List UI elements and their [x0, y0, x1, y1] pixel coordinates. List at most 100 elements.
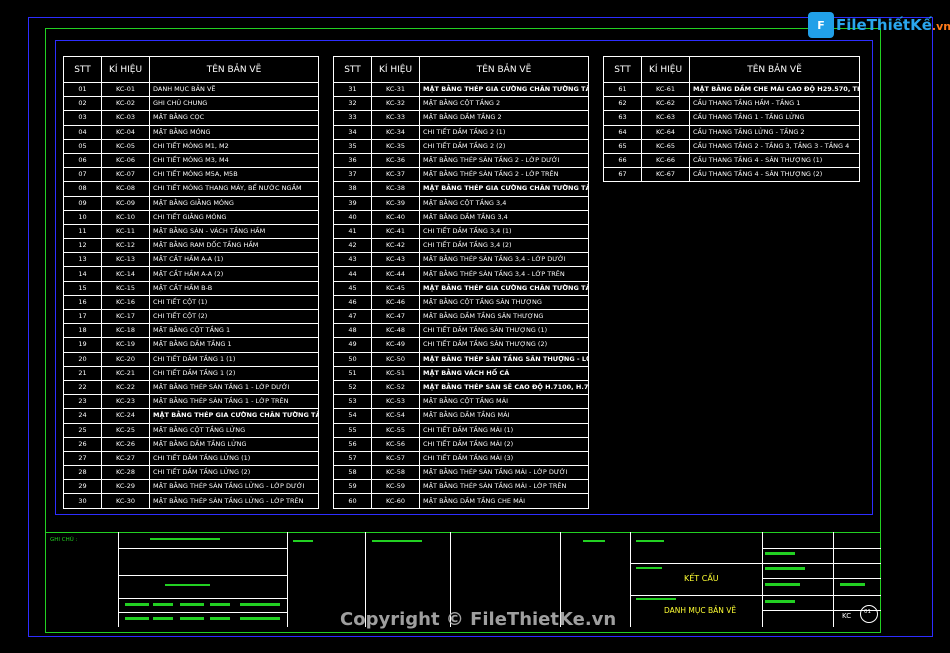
tb-bar: [636, 598, 676, 600]
row-ten-ban-ve: MẶT BẰNG THÉP SÀN TẦNG LỬNG - LỚP TRÊN: [149, 493, 319, 509]
row-ki-hieu: KC-38: [371, 181, 420, 197]
row-stt: 37: [333, 167, 372, 183]
row-stt: 28: [63, 465, 102, 481]
row-ten-ban-ve: MẶT BẰNG DẦM TẦNG LỬNG: [149, 436, 319, 452]
row-ten-ban-ve: CHI TIẾT MÓNG THANG MÁY, BỂ NƯỚC NGẦM: [149, 181, 319, 197]
table-row: 01 KC-01 DANH MỤC BẢN VẼ: [63, 81, 319, 98]
table-row: 10 KC-10 CHI TIẾT GIẰNG MÓNG: [63, 209, 319, 225]
row-ki-hieu: KC-64: [641, 124, 690, 140]
table-row: 03 KC-03 MẶT BẰNG CỌC: [63, 110, 319, 126]
row-ki-hieu: KC-44: [371, 266, 420, 282]
row-ki-hieu: KC-36: [371, 152, 420, 169]
tb-line: [118, 575, 287, 576]
table-row: 19 KC-19 MẶT BẰNG DẦM TẦNG 1: [63, 337, 319, 353]
table-row: 64 KC-64 CẦU THANG TẦNG LỬNG - TẦNG 2: [603, 124, 860, 140]
row-ten-ban-ve: MẶT BẰNG GIẰNG MÓNG: [149, 195, 319, 211]
row-ten-ban-ve: MẶT BẰNG CỘT TẦNG 3,4: [419, 195, 589, 211]
table-row: 35 KC-35 CHI TIẾT DẦM TẦNG 2 (2): [333, 138, 589, 154]
row-stt: 09: [63, 195, 102, 211]
row-ten-ban-ve: DANH MỤC BẢN VẼ: [149, 81, 319, 98]
row-stt: 11: [63, 223, 102, 240]
row-ki-hieu: KC-06: [101, 152, 150, 169]
table-row: 51 KC-51 MẶT BẰNG VÁCH HỐ CÁ: [333, 365, 589, 381]
table-row: 24 KC-24 MẶT BẰNG THÉP GIA CƯỜNG CHÂN TƯỜN…: [63, 408, 319, 424]
row-ki-hieu: KC-49: [371, 337, 420, 353]
table-row: 20 KC-20 CHI TIẾT DẦM TẦNG 1 (1): [63, 351, 319, 367]
row-ten-ban-ve: MẶT BẰNG CỘT TẦNG SÂN THƯỢNG: [419, 294, 589, 311]
table-row: 60 KC-60 MẶT BẰNG DẦM TẦNG CHE MÁI: [333, 493, 589, 509]
row-ten-ban-ve: MẶT BẰNG DẦM TẦNG 2: [419, 110, 589, 126]
row-stt: 17: [63, 308, 102, 325]
row-ki-hieu: KC-33: [371, 110, 420, 126]
tb-line: [630, 595, 762, 596]
row-ten-ban-ve: CHI TIẾT CỘT (2): [149, 308, 319, 325]
table-row: 61 KC-61 MẶT BẰNG DẦM CHE MÁI CAO ĐỘ H29.5…: [603, 81, 860, 98]
row-ten-ban-ve: MẶT BẰNG CỘT TẦNG 1: [149, 323, 319, 339]
tb-bar: [240, 603, 280, 606]
drawing-list-table-2: STT KÍ HIỆU TÊN BẢN VẼ 31 KC-31 MẶT BẰNG T…: [333, 56, 589, 509]
row-stt: 30: [63, 493, 102, 509]
logo-text: FileThiếtKế: [836, 16, 932, 34]
row-ten-ban-ve: MẶT BẰNG DẦM TẦNG SÂN THƯỢNG: [419, 308, 589, 325]
tb-line: [118, 548, 287, 549]
row-ten-ban-ve: MẶT BẰNG SÀN - VÁCH TẦNG HẦM: [149, 223, 319, 240]
row-stt: 07: [63, 167, 102, 183]
row-ki-hieu: KC-01: [101, 81, 150, 98]
row-ki-hieu: KC-66: [641, 152, 690, 169]
row-ten-ban-ve: CHI TIẾT DẦM TẦNG MÁI (3): [419, 450, 589, 467]
row-ten-ban-ve: CHI TIẾT DẦM TẦNG LỬNG (1): [149, 450, 319, 467]
row-ki-hieu: KC-25: [101, 422, 150, 438]
col-ten-ban-ve: TÊN BẢN VẼ: [419, 56, 589, 83]
drawing-list-table-1: STT KÍ HIỆU TÊN BẢN VẼ 01 KC-01 DANH MỤC B…: [63, 56, 319, 509]
row-ki-hieu: KC-56: [371, 436, 420, 452]
row-ten-ban-ve: MẶT CẮT HẦM A-A (2): [149, 266, 319, 282]
table-row: 44 KC-44 MẶT BẰNG THÉP SÀN TẦNG 3,4 - LỚP …: [333, 266, 589, 282]
file-icon: F: [808, 12, 834, 38]
row-ten-ban-ve: CẦU THANG TẦNG HẦM - TẦNG 1: [689, 96, 860, 112]
row-stt: 43: [333, 252, 372, 268]
table-row: 14 KC-14 MẶT CẮT HẦM A-A (2): [63, 266, 319, 282]
row-ki-hieu: KC-46: [371, 294, 420, 311]
row-ten-ban-ve: MẶT BẰNG THÉP SÀN TẦNG MÁI - LỚP TRÊN: [419, 479, 589, 495]
table-row: 67 KC-67 CẦU THANG TẦNG 4 - SÂN THƯỢNG (2): [603, 167, 860, 183]
row-ki-hieu: KC-65: [641, 138, 690, 154]
row-ten-ban-ve: CẦU THANG TẦNG 2 - TẦNG 3, TẦNG 3 - TẦNG…: [689, 138, 860, 154]
table-row: 62 KC-62 CẦU THANG TẦNG HẦM - TẦNG 1: [603, 96, 860, 112]
copyright-watermark: Copyright © FileThietKe.vn: [340, 609, 617, 630]
row-ten-ban-ve: MẶT BẰNG THÉP SÀN TẦNG 3,4 - LỚP TRÊN: [419, 266, 589, 282]
row-stt: 63: [603, 110, 642, 126]
row-ki-hieu: KC-11: [101, 223, 150, 240]
row-stt: 22: [63, 379, 102, 396]
table-row: 33 KC-33 MẶT BẰNG DẦM TẦNG 2: [333, 110, 589, 126]
row-stt: 03: [63, 110, 102, 126]
row-ki-hieu: KC-47: [371, 308, 420, 325]
row-stt: 14: [63, 266, 102, 282]
table-row: 58 KC-58 MẶT BẰNG THÉP SÀN TẦNG MÁI - LỚP …: [333, 465, 589, 481]
row-ten-ban-ve: MẶT BẰNG CỘT TẦNG MÁI: [419, 394, 589, 410]
row-ki-hieu: KC-48: [371, 323, 420, 339]
row-stt: 21: [63, 365, 102, 381]
sheet-number-value: 01: [864, 609, 871, 615]
table-row: 16 KC-16 CHI TIẾT CỘT (1): [63, 294, 319, 311]
tb-line: [762, 563, 881, 564]
row-stt: 58: [333, 465, 372, 481]
col-ten-ban-ve: TÊN BẢN VẼ: [149, 56, 319, 83]
tb-bar: [636, 540, 664, 542]
row-stt: 29: [63, 479, 102, 495]
row-ten-ban-ve: MẶT BẰNG CỘT TẦNG 2: [419, 96, 589, 112]
row-ki-hieu: KC-60: [371, 493, 420, 509]
row-ten-ban-ve: CHI TIẾT DẦM TẦNG 2 (1): [419, 124, 589, 140]
drawing-code-value: KC: [842, 612, 852, 620]
row-stt: 38: [333, 181, 372, 197]
row-ki-hieu: KC-07: [101, 167, 150, 183]
ghi-chu-label: GHI CHÚ :: [50, 537, 78, 543]
tb-bar: [125, 603, 149, 606]
row-ten-ban-ve: CHI TIẾT DẦM TẦNG 3,4 (1): [419, 223, 589, 240]
row-stt: 52: [333, 379, 372, 396]
row-stt: 18: [63, 323, 102, 339]
row-ki-hieu: KC-62: [641, 96, 690, 112]
tb-bar: [765, 583, 800, 586]
row-ten-ban-ve: MẶT BẰNG DẦM TẦNG 3,4: [419, 209, 589, 225]
table-row: 63 KC-63 CẦU THANG TẦNG 1 - TẦNG LỬNG: [603, 110, 860, 126]
tb-bar: [150, 538, 220, 540]
